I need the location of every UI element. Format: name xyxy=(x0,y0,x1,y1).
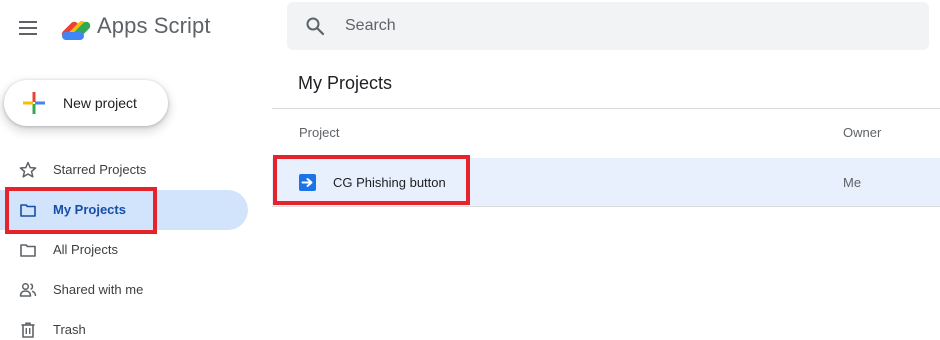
sidebar-item-trash[interactable]: Trash xyxy=(0,310,248,340)
people-icon xyxy=(19,282,37,297)
project-row[interactable]: CG Phishing button Me xyxy=(272,158,940,206)
new-project-button[interactable]: New project xyxy=(4,80,168,126)
search-bar[interactable] xyxy=(287,2,929,50)
project-owner: Me xyxy=(843,175,862,190)
project-name[interactable]: CG Phishing button xyxy=(333,175,446,190)
sidebar-item-my-projects[interactable]: My Projects xyxy=(0,190,248,230)
folder-icon xyxy=(20,204,36,217)
sidebar-item-label: My Projects xyxy=(53,202,126,217)
trash-icon xyxy=(21,322,35,338)
sidebar-item-shared-with-me[interactable]: Shared with me xyxy=(0,270,248,310)
hamburger-menu-icon xyxy=(19,21,37,35)
main-menu-button[interactable] xyxy=(12,12,44,44)
header-divider xyxy=(272,108,940,109)
sidebar-item-label: Shared with me xyxy=(53,282,144,297)
row-divider xyxy=(272,206,940,207)
column-header-project[interactable]: Project xyxy=(299,125,339,140)
plus-icon xyxy=(23,92,45,114)
sidebar-item-all-projects[interactable]: All Projects xyxy=(0,230,248,270)
search-input[interactable] xyxy=(345,2,905,50)
app-title[interactable]: Apps Script xyxy=(97,13,211,39)
sidebar-item-label: Starred Projects xyxy=(53,162,147,177)
page-title: My Projects xyxy=(298,73,393,93)
new-project-label: New project xyxy=(63,95,137,111)
column-header-owner[interactable]: Owner xyxy=(843,125,881,140)
sidebar-item-label: Trash xyxy=(53,322,86,337)
star-icon xyxy=(19,161,37,178)
apps-script-logo[interactable] xyxy=(58,12,92,42)
apps-script-file-icon xyxy=(299,174,316,191)
sidebar-item-label: All Projects xyxy=(53,242,119,257)
folder-icon xyxy=(20,244,36,257)
sidebar-item-starred-projects[interactable]: Starred Projects xyxy=(0,150,248,190)
search-icon[interactable] xyxy=(305,16,325,36)
